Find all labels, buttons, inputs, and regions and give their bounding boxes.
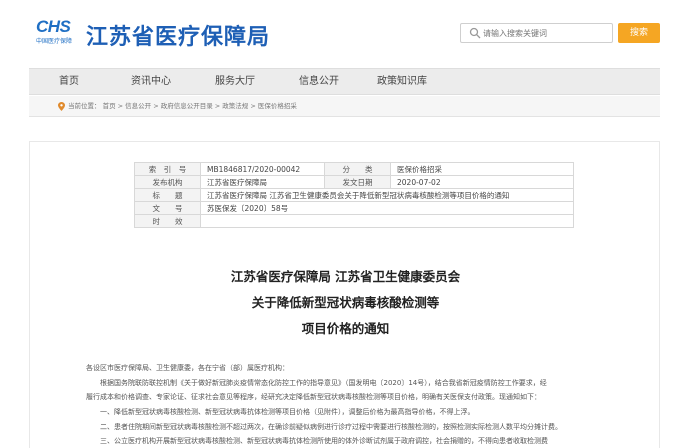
- nav-item-disclosure[interactable]: 信息公开: [299, 69, 339, 94]
- article-container: 索 引 号 MB1846817/2020-00042 分 类 医保价格招采 发布…: [29, 141, 660, 448]
- location-icon: [58, 102, 65, 111]
- search-button[interactable]: 搜索: [618, 23, 660, 43]
- chs-logo[interactable]: CHS 中国医疗保障: [36, 18, 80, 46]
- meta-validity-value: [200, 214, 574, 228]
- search-input[interactable]: [483, 25, 609, 41]
- page: CHS 中国医疗保障 江苏省医疗保障局 搜索 首页 资讯中心 服务大厅 信息公开…: [0, 0, 690, 448]
- logo-mark: CHS: [36, 17, 71, 36]
- nav-item-policy-library[interactable]: 政策知识库: [377, 69, 427, 94]
- document-paragraph: 根据国务院联防联控机制《关于做好新冠肺炎疫情常态化防控工作的指导意见》（国发明电…: [86, 379, 547, 387]
- document-paragraph: 三、公立医疗机构开展新型冠状病毒核酸检测、新型冠状病毒抗体检测所使用的体外诊断试…: [86, 437, 548, 445]
- meta-category-label: 分 类: [324, 162, 391, 176]
- breadcrumb: 当前位置： 首页 > 信息公开 > 政府信息公开目录 > 政策法规 > 医保价格…: [29, 96, 660, 117]
- document-paragraph: 履行成本和价格调查、专家论证、征求社会意见等程序，经研究决定降低新型冠状病毒核酸…: [86, 393, 541, 401]
- meta-category-value: 医保价格招采: [390, 162, 574, 176]
- meta-title-label: 标 题: [134, 188, 201, 202]
- nav-item-services[interactable]: 服务大厅: [215, 69, 255, 94]
- meta-index-value: MB1846817/2020-00042: [200, 162, 325, 176]
- meta-title-value: 江苏省医疗保障局 江苏省卫生健康委员会关于降低新型冠状病毒核酸检测等项目价格的通…: [200, 188, 574, 202]
- search-icon: [469, 27, 481, 39]
- document-title-line-3: 项目价格的通知: [301, 321, 390, 336]
- document-paragraph: 一、降低新型冠状病毒核酸检测、新型冠状病毒抗体检测等项目价格（见附件），调整后价…: [86, 408, 475, 416]
- meta-issuer-label: 发布机构: [134, 175, 201, 189]
- meta-date-label: 发文日期: [324, 175, 391, 189]
- meta-docno-value: 苏医保发〔2020〕58号: [200, 201, 574, 215]
- document-title-line-2: 关于降低新型冠状病毒核酸检测等: [251, 295, 440, 310]
- document-paragraph: 各设区市医疗保障局、卫生健康委，各在宁省（部）属医疗机构：: [86, 364, 289, 372]
- meta-validity-label: 时 效: [134, 214, 201, 228]
- meta-issuer-value: 江苏省医疗保障局: [200, 175, 325, 189]
- meta-docno-label: 文 号: [134, 201, 201, 215]
- meta-index-label: 索 引 号: [134, 162, 201, 176]
- site-header: CHS 中国医疗保障 江苏省医疗保障局 搜索: [0, 0, 690, 66]
- meta-date-value: 2020-07-02: [390, 175, 574, 189]
- nav-item-home[interactable]: 首页: [59, 69, 79, 94]
- document-title-line-1: 江苏省医疗保障局 江苏省卫生健康委员会: [230, 269, 461, 284]
- breadcrumb-text[interactable]: 当前位置： 首页 > 信息公开 > 政府信息公开目录 > 政策法规 > 医保价格…: [68, 96, 297, 117]
- nav-item-news[interactable]: 资讯中心: [131, 69, 171, 94]
- logo-subtext: 中国医疗保障: [36, 38, 73, 45]
- site-title[interactable]: 江苏省医疗保障局: [86, 19, 270, 51]
- main-nav: 首页 资讯中心 服务大厅 信息公开 政策知识库: [29, 68, 660, 95]
- search-box: [460, 23, 613, 43]
- document-paragraph: 二、患者住院期间新型冠状病毒核酸检测不超过两次，在确诊前疑似病例进行诊疗过程中需…: [86, 423, 562, 431]
- document-meta-table: 索 引 号 MB1846817/2020-00042 分 类 医保价格招采 发布…: [134, 162, 574, 228]
